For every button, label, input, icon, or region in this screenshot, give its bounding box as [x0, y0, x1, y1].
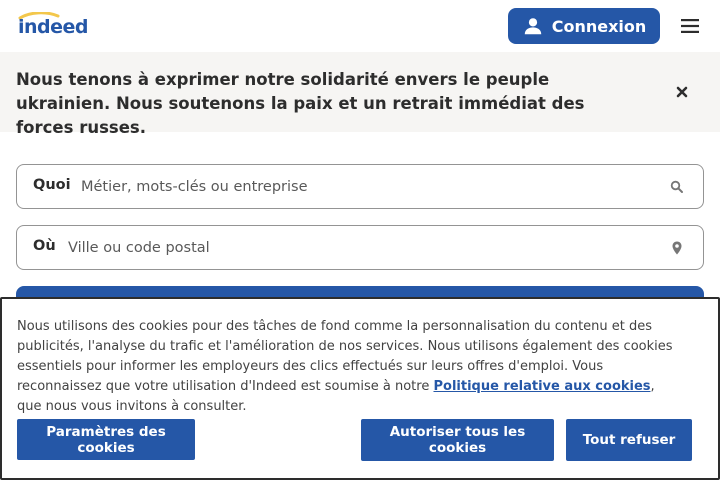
accept-all-cookies-button[interactable]: Autoriser tous les cookies [361, 419, 554, 461]
what-input[interactable] [81, 174, 641, 200]
login-button[interactable]: Connexion [508, 8, 660, 44]
what-search-field[interactable]: Quoi [16, 164, 704, 209]
close-icon[interactable] [672, 82, 692, 102]
where-label: Où [33, 238, 56, 254]
hamburger-menu-icon[interactable] [678, 14, 702, 38]
indeed-logo-icon: indeed [18, 12, 89, 38]
banner-message: Nous tenons à exprimer notre solidarité … [16, 70, 585, 137]
svg-text:indeed: indeed [18, 16, 88, 38]
search-icon [670, 180, 683, 193]
cookie-message: Nous utilisons des cookies pour des tâch… [17, 317, 677, 417]
what-label: Quoi [33, 177, 71, 193]
login-label: Connexion [551, 16, 647, 36]
indeed-logo[interactable]: indeed [18, 12, 98, 38]
where-search-field[interactable]: Où [16, 225, 704, 270]
where-input[interactable] [68, 235, 648, 261]
location-pin-icon [672, 241, 682, 255]
cookie-settings-button[interactable]: Paramètres des cookies [17, 419, 195, 460]
person-icon [524, 18, 541, 35]
cookie-consent-dialog: Nous utilisons des cookies pour des tâch… [0, 297, 720, 480]
solidarity-banner: Nous tenons à exprimer notre solidarité … [0, 52, 720, 137]
refuse-all-cookies-button[interactable]: Tout refuser [566, 419, 692, 461]
cookie-policy-link[interactable]: Politique relative aux cookies [433, 379, 650, 394]
top-header: indeed Connexion [0, 0, 720, 52]
